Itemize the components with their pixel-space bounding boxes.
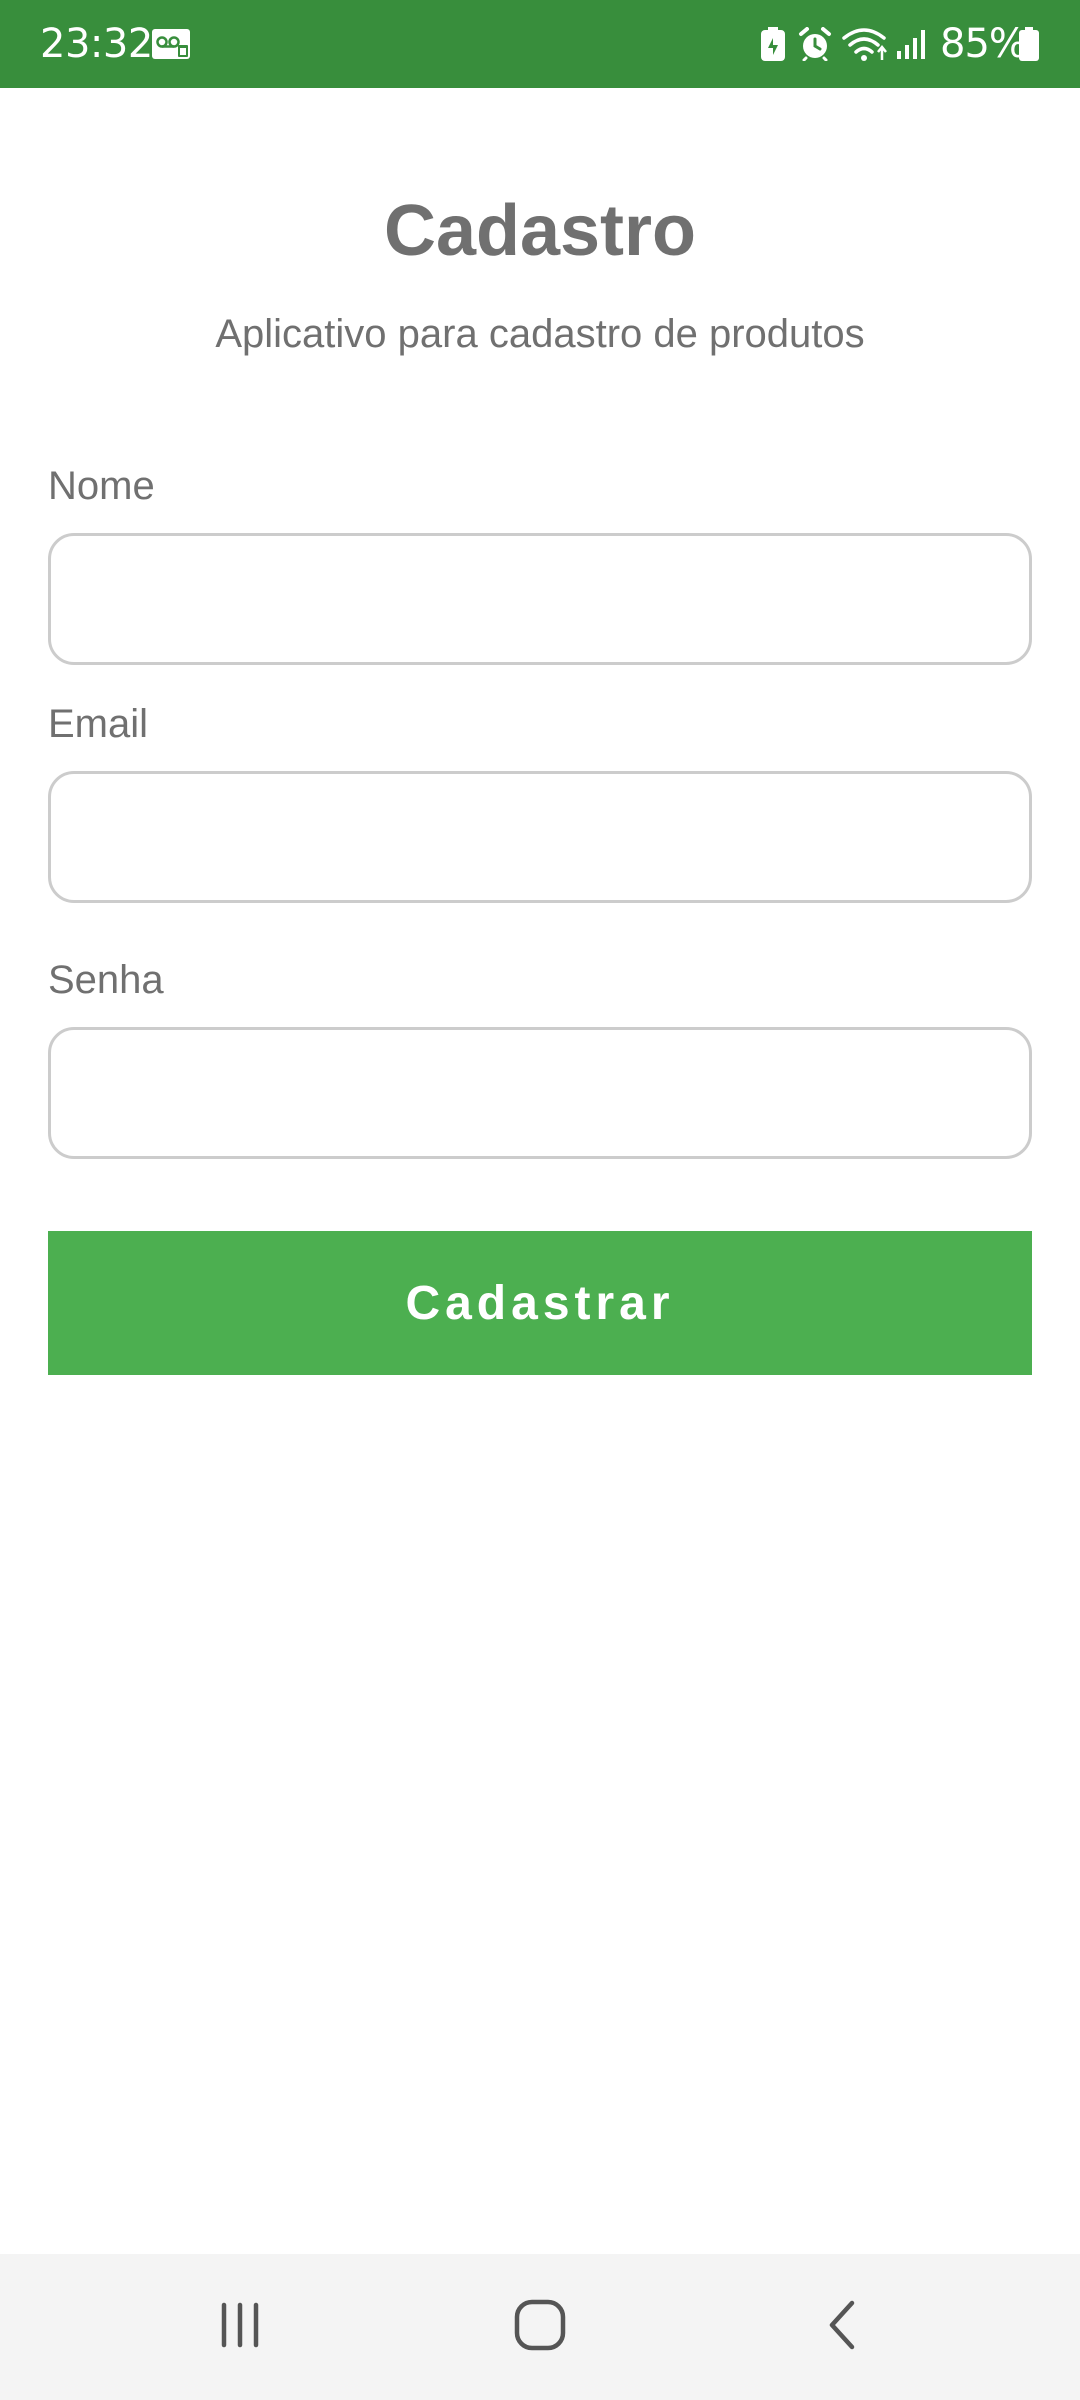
page-subtitle: Aplicativo para cadastro de produtos [215, 312, 865, 356]
name-label: Nome [48, 464, 155, 508]
signal-icon [896, 0, 926, 88]
email-label: Email [48, 702, 149, 746]
register-button[interactable]: Cadastrar [48, 1231, 1032, 1375]
battery-percentage: 85% [940, 21, 1027, 67]
back-icon [824, 2299, 860, 2356]
battery-saver-icon [760, 0, 786, 88]
back-button[interactable] [762, 2254, 922, 2400]
voicemail-icon [152, 0, 190, 88]
navigation-bar [0, 2254, 1080, 2400]
status-time: 23:32 [40, 21, 153, 67]
home-icon [513, 2298, 567, 2357]
recents-button[interactable] [160, 2254, 320, 2400]
name-input[interactable] [48, 533, 1032, 665]
page-title: Cadastro [383, 191, 697, 271]
password-input[interactable] [48, 1027, 1032, 1159]
password-label: Senha [48, 958, 164, 1002]
recents-icon [216, 2301, 264, 2354]
battery-icon [1018, 0, 1040, 88]
email-input[interactable] [48, 771, 1032, 903]
status-bar: 23:32 85% [0, 0, 1080, 88]
alarm-icon [798, 0, 832, 88]
home-button[interactable] [460, 2254, 620, 2400]
wifi-icon [842, 0, 890, 88]
